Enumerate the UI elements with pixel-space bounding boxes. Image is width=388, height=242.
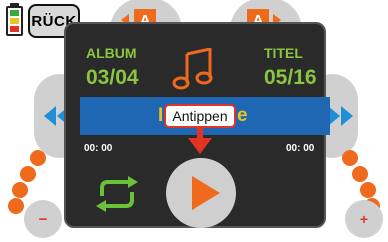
volume-up-button[interactable]: + (345, 200, 383, 238)
volume-dot (30, 150, 46, 166)
time-elapsed: 00: 00 (84, 143, 113, 154)
minus-icon: − (38, 210, 48, 228)
volume-down-button[interactable]: − (24, 200, 62, 238)
volume-dot (360, 182, 376, 198)
battery-bar-green (10, 10, 19, 16)
volume-dot (20, 166, 36, 182)
battery-bar-red (10, 26, 19, 32)
battery-bar-yellow (10, 18, 19, 24)
title-value: 05/16 (264, 66, 317, 89)
track-name-right: e (237, 105, 248, 126)
arrow-down-icon (188, 128, 212, 154)
track-name-left: I (158, 105, 164, 126)
play-icon (192, 176, 220, 210)
battery-icon (6, 6, 23, 36)
album-label: ALBUM (86, 45, 137, 61)
fast-forward-icon (328, 106, 353, 126)
volume-dot (342, 150, 358, 166)
album-value: 03/04 (86, 66, 139, 89)
tap-hint-tooltip: Antippen (164, 104, 236, 128)
volume-dot (12, 182, 28, 198)
title-label: TITEL (264, 45, 303, 61)
volume-dot (352, 166, 368, 182)
time-total: 00: 00 (286, 143, 315, 154)
volume-dot (8, 198, 24, 214)
music-note-icon (172, 48, 213, 90)
tap-hint-text: Antippen (172, 108, 228, 124)
repeat-icon[interactable] (92, 176, 142, 212)
plus-icon: + (359, 211, 369, 227)
